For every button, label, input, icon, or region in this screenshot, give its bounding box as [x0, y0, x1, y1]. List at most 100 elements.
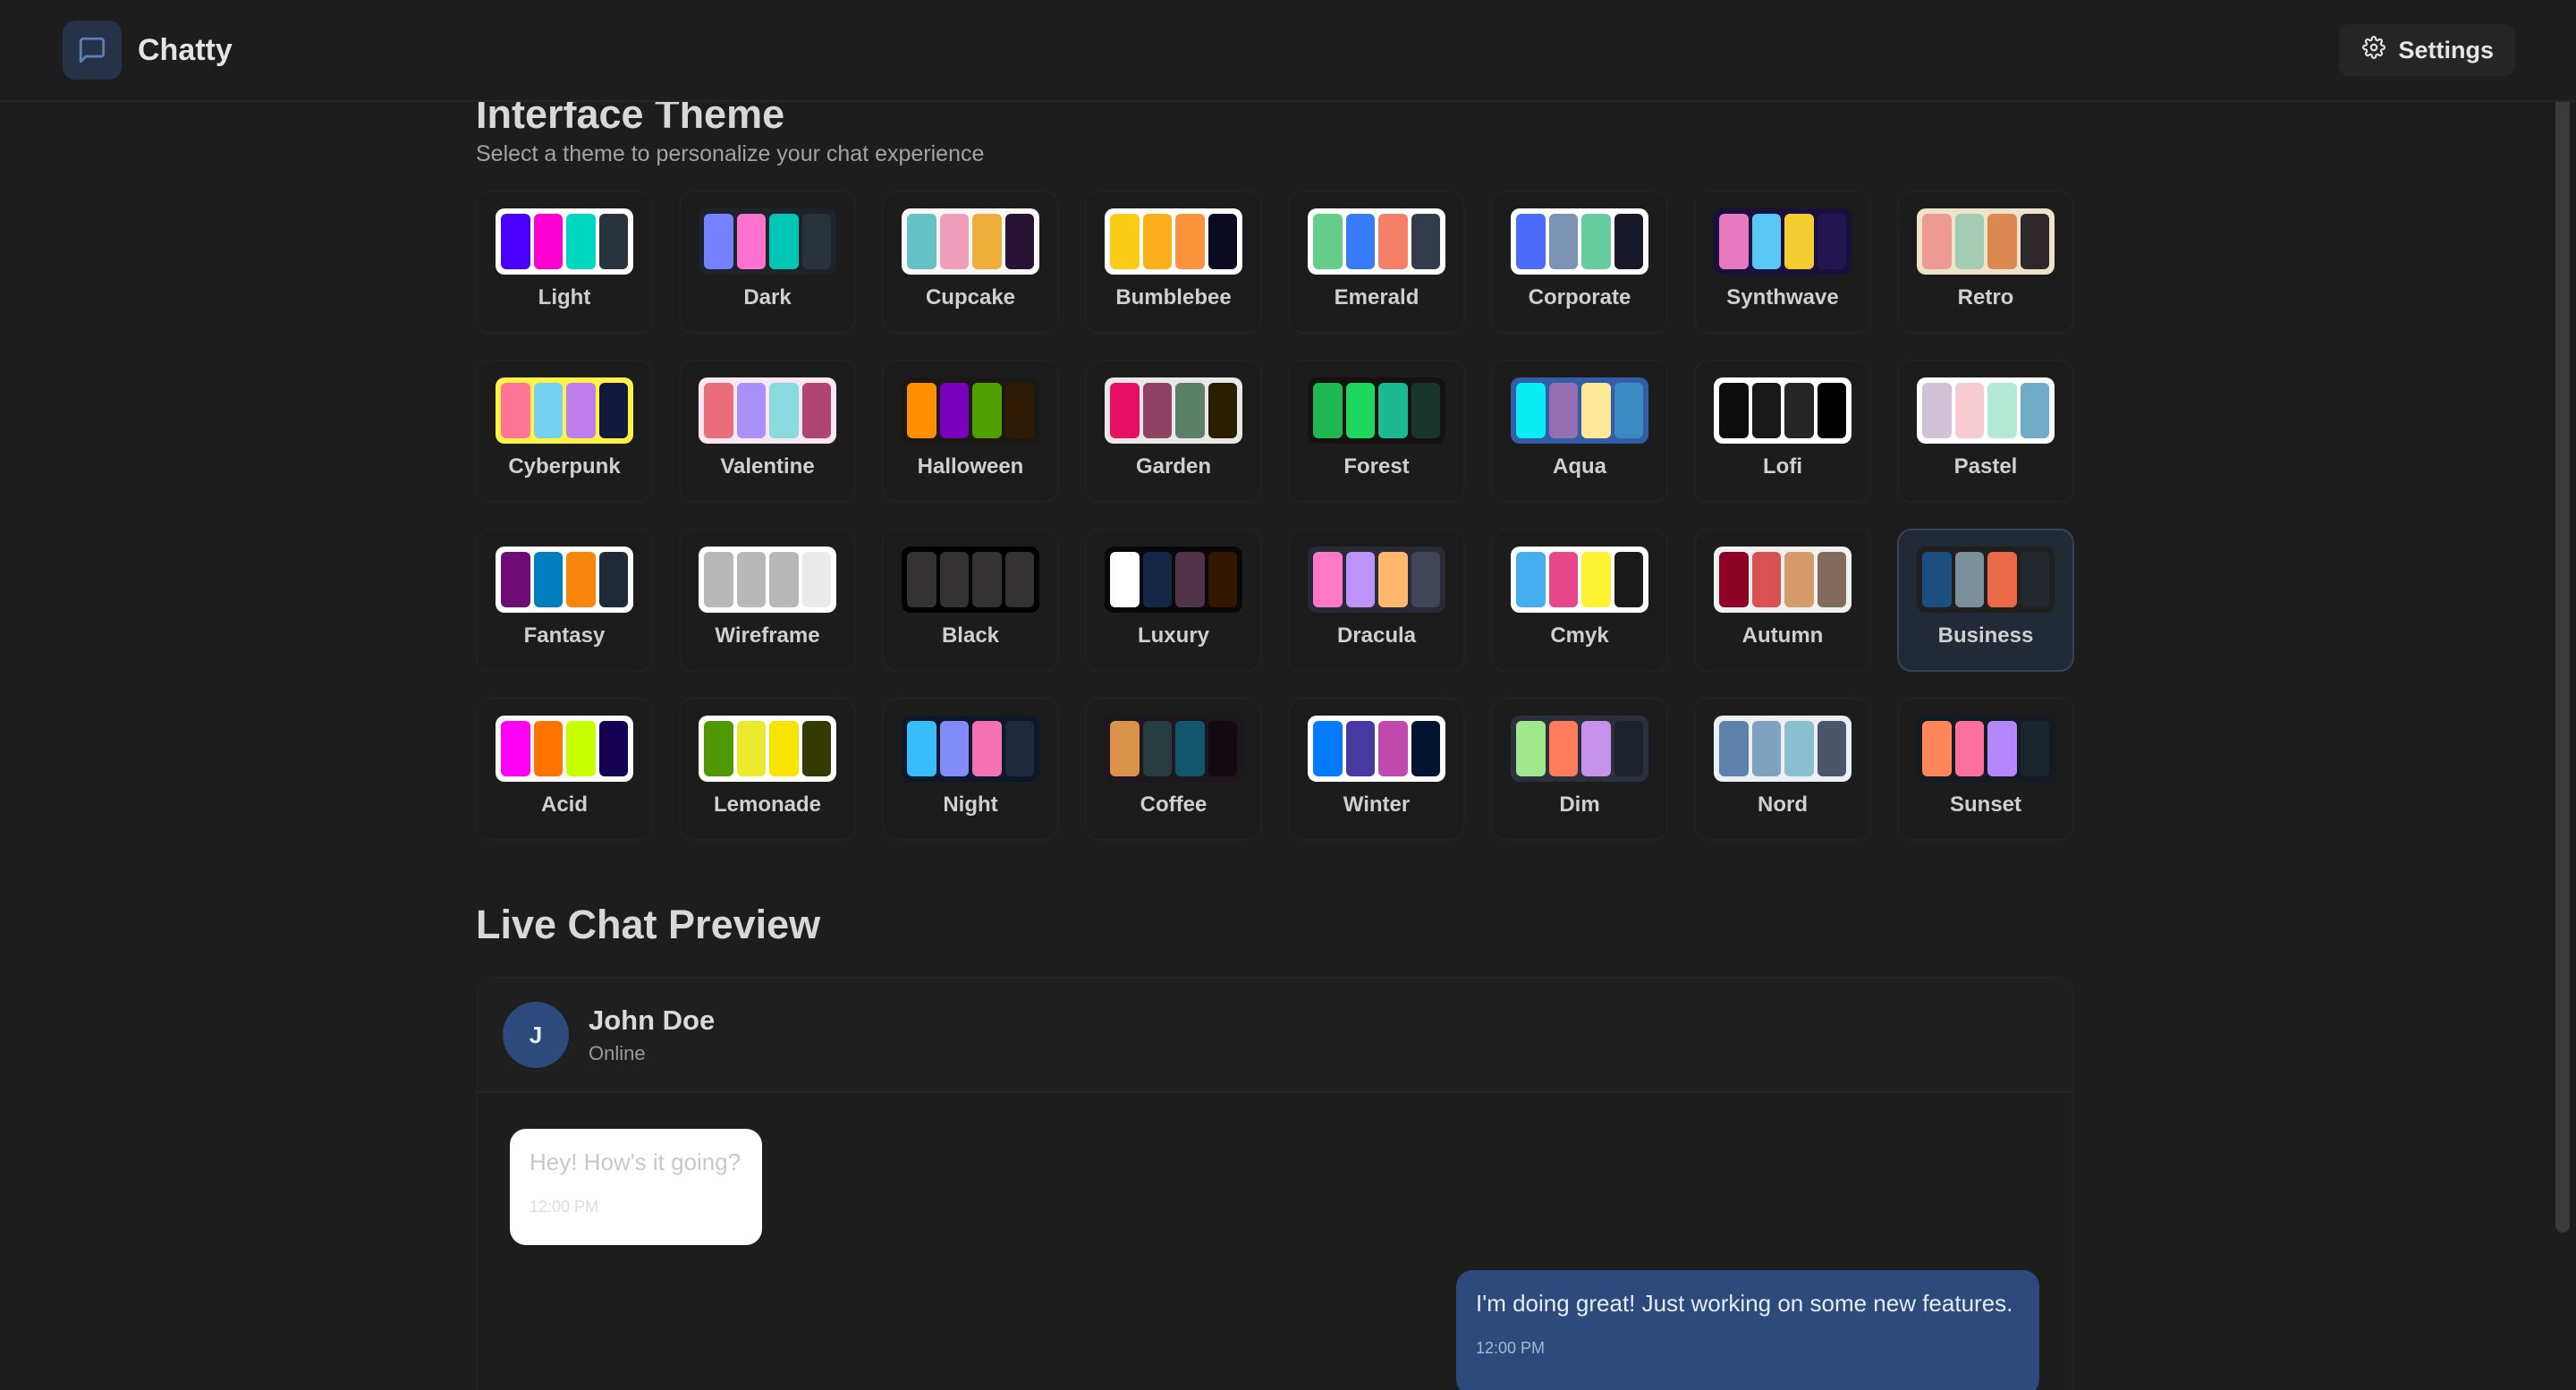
theme-color-chip	[1614, 214, 1643, 269]
theme-option-coffee[interactable]: Coffee	[1085, 698, 1262, 841]
theme-name: Dark	[743, 285, 792, 309]
theme-name: Garden	[1135, 454, 1212, 479]
theme-option-garden[interactable]: Garden	[1085, 360, 1262, 503]
theme-option-pastel[interactable]: Pastel	[1897, 360, 2074, 503]
theme-swatch	[902, 716, 1039, 782]
theme-color-chip	[1345, 721, 1375, 776]
theme-option-cmyk[interactable]: Cmyk	[1491, 529, 1668, 672]
theme-option-nord[interactable]: Nord	[1694, 698, 1871, 841]
theme-swatch	[1714, 377, 1852, 444]
navbar: Chatty Settings	[0, 0, 2576, 102]
message-sent: I'm doing great! Just working on some ne…	[1456, 1270, 2039, 1390]
theme-option-winter[interactable]: Winter	[1288, 698, 1465, 841]
theme-color-chip	[1378, 383, 1408, 438]
theme-color-chip	[1345, 552, 1375, 607]
theme-option-valentine[interactable]: Valentine	[679, 360, 856, 503]
theme-option-black[interactable]: Black	[882, 529, 1059, 672]
theme-option-wireframe[interactable]: Wireframe	[679, 529, 856, 672]
theme-color-chip	[907, 383, 936, 438]
theme-option-bumblebee[interactable]: Bumblebee	[1085, 191, 1262, 334]
theme-color-chip	[1208, 721, 1237, 776]
brand[interactable]: Chatty	[63, 21, 233, 80]
theme-color-chip	[1378, 721, 1408, 776]
theme-color-chip	[2020, 721, 2049, 776]
theme-color-chip	[1581, 383, 1611, 438]
theme-swatch	[902, 208, 1039, 275]
theme-option-halloween[interactable]: Halloween	[882, 360, 1059, 503]
theme-color-chip	[1817, 552, 1846, 607]
theme-swatch	[1714, 547, 1852, 613]
theme-color-chip	[907, 214, 936, 269]
theme-color-chip	[1378, 214, 1408, 269]
theme-swatch	[496, 716, 633, 782]
theme-option-night[interactable]: Night	[882, 698, 1059, 841]
theme-color-chip	[566, 552, 596, 607]
theme-swatch	[1511, 547, 1648, 613]
theme-color-chip	[1987, 721, 2017, 776]
theme-swatch	[1917, 208, 2055, 275]
theme-name: Bumblebee	[1115, 285, 1232, 309]
theme-name: Coffee	[1140, 792, 1208, 817]
theme-name: Fantasy	[523, 623, 606, 648]
theme-color-chip	[501, 721, 530, 776]
theme-color-chip	[1751, 552, 1781, 607]
theme-color-chip	[907, 721, 936, 776]
scrollbar-thumb[interactable]	[2555, 61, 2570, 1233]
scrollbar-track[interactable]	[2549, 0, 2576, 1390]
theme-color-chip	[1954, 383, 1984, 438]
theme-option-acid[interactable]: Acid	[476, 698, 653, 841]
theme-color-chip	[501, 383, 530, 438]
theme-option-aqua[interactable]: Aqua	[1491, 360, 1668, 503]
theme-name: Nord	[1758, 792, 1808, 817]
settings-button[interactable]: Settings	[2339, 24, 2515, 76]
chat-bubble-icon	[63, 21, 122, 80]
theme-color-chip	[1581, 214, 1611, 269]
theme-color-chip	[1581, 721, 1611, 776]
message-text: I'm doing great! Just working on some ne…	[1476, 1290, 2013, 1317]
theme-swatch	[1105, 208, 1242, 275]
theme-option-dim[interactable]: Dim	[1491, 698, 1668, 841]
theme-grid: Light Dark Cupcake Bumblebee Emerald Corporat…	[476, 191, 2074, 841]
theme-color-chip	[1208, 214, 1237, 269]
theme-option-cyberpunk[interactable]: Cyberpunk	[476, 360, 653, 503]
theme-color-chip	[704, 383, 733, 438]
theme-swatch	[1917, 547, 2055, 613]
theme-name: Sunset	[1949, 792, 2021, 817]
theme-option-light[interactable]: Light	[476, 191, 653, 334]
theme-color-chip	[1378, 552, 1408, 607]
theme-color-chip	[1784, 383, 1814, 438]
theme-option-fantasy[interactable]: Fantasy	[476, 529, 653, 672]
theme-color-chip	[1548, 721, 1578, 776]
theme-color-chip	[598, 721, 628, 776]
theme-option-dracula[interactable]: Dracula	[1288, 529, 1465, 672]
theme-option-forest[interactable]: Forest	[1288, 360, 1465, 503]
theme-name: Cmyk	[1550, 623, 1609, 648]
theme-color-chip	[1719, 721, 1749, 776]
settings-content: Interface Theme Select a theme to person…	[476, 89, 2074, 1390]
theme-option-business[interactable]: Business	[1897, 529, 2074, 672]
theme-option-autumn[interactable]: Autumn	[1694, 529, 1871, 672]
theme-color-chip	[1922, 552, 1952, 607]
theme-color-chip	[1751, 721, 1781, 776]
theme-option-lofi[interactable]: Lofi	[1694, 360, 1871, 503]
theme-option-synthwave[interactable]: Synthwave	[1694, 191, 1871, 334]
theme-option-corporate[interactable]: Corporate	[1491, 191, 1668, 334]
theme-option-retro[interactable]: Retro	[1897, 191, 2074, 334]
theme-option-luxury[interactable]: Luxury	[1085, 529, 1262, 672]
theme-swatch	[1308, 377, 1445, 444]
theme-color-chip	[566, 383, 596, 438]
theme-option-lemonade[interactable]: Lemonade	[679, 698, 856, 841]
theme-color-chip	[972, 552, 1002, 607]
theme-name: Business	[1937, 623, 2034, 648]
theme-option-emerald[interactable]: Emerald	[1288, 191, 1465, 334]
theme-color-chip	[1614, 552, 1643, 607]
theme-option-sunset[interactable]: Sunset	[1897, 698, 2074, 841]
theme-color-chip	[1175, 214, 1205, 269]
theme-option-dark[interactable]: Dark	[679, 191, 856, 334]
theme-option-cupcake[interactable]: Cupcake	[882, 191, 1059, 334]
theme-color-chip	[1954, 552, 1984, 607]
theme-swatch	[1105, 716, 1242, 782]
theme-color-chip	[736, 214, 766, 269]
theme-color-chip	[1548, 214, 1578, 269]
theme-color-chip	[1142, 552, 1172, 607]
